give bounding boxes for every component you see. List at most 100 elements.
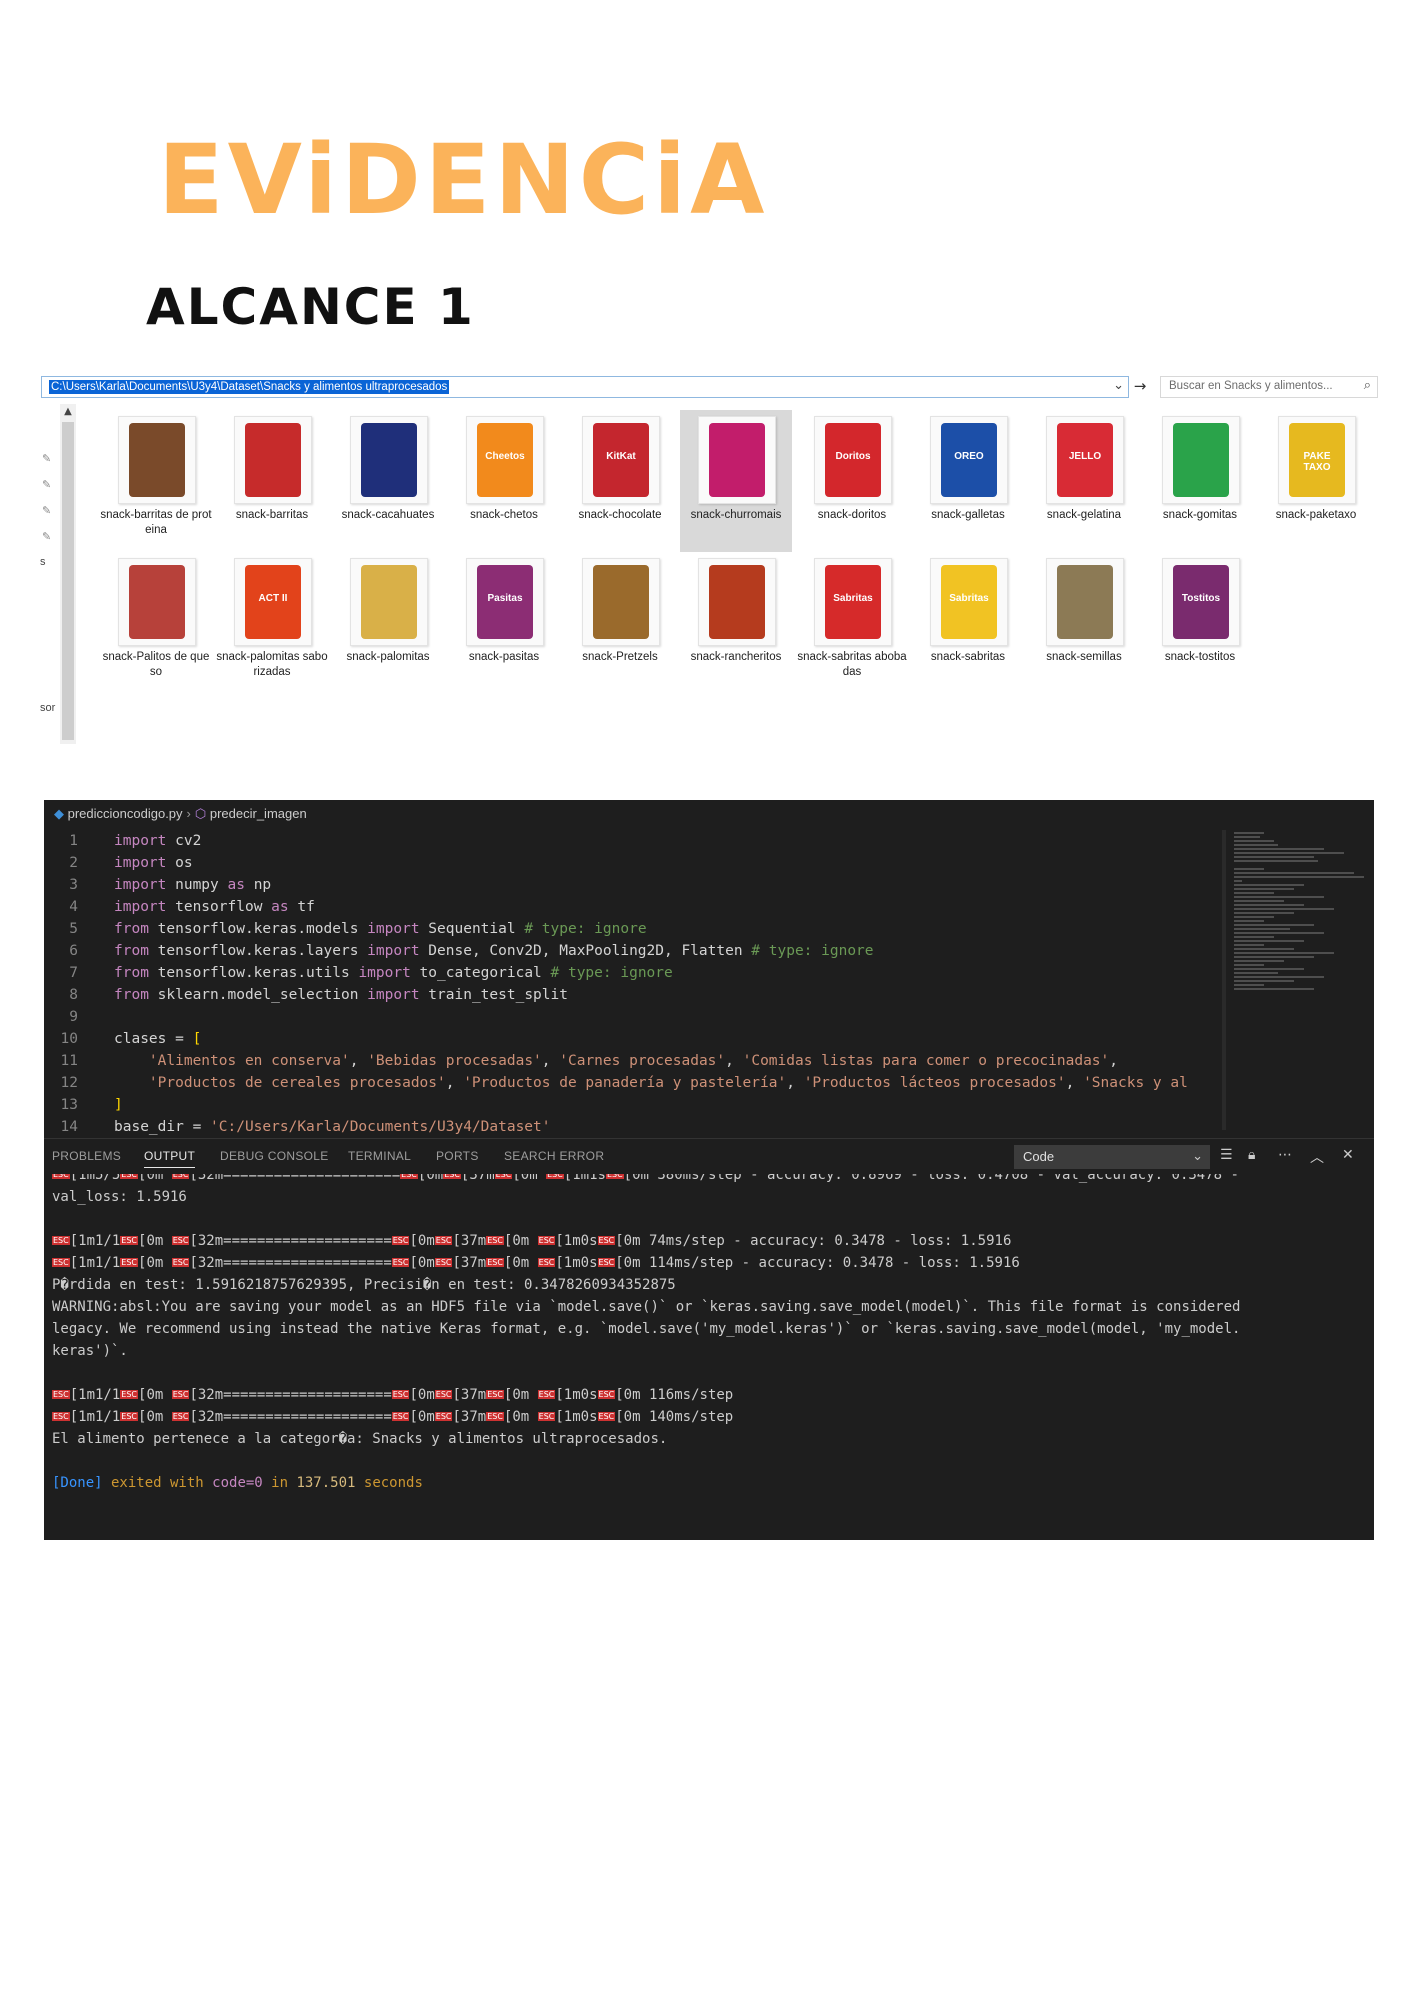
minimap[interactable] xyxy=(1234,830,1368,1020)
output-channel-select[interactable]: Code ⌄ xyxy=(1014,1145,1210,1169)
output-text: [1m0s xyxy=(555,1387,598,1403)
output-panel[interactable]: ESC[1m5/5ESC[0m ESC[32m=================… xyxy=(52,1174,1362,1534)
maximize-panel-icon[interactable]: ︿ xyxy=(1310,1147,1324,1167)
file-thumbnail xyxy=(350,416,428,504)
package-brand-text: Tostitos xyxy=(1181,593,1221,604)
file-item[interactable]: JELLO snack-gelatina xyxy=(1028,410,1140,552)
file-item[interactable]: snack-barritas de proteina xyxy=(100,410,212,552)
address-path[interactable]: C:\Users\Karla\Documents\U3y4\Dataset\Sn… xyxy=(49,380,450,394)
file-thumbnail xyxy=(118,558,196,646)
snack-package-image: ACT II xyxy=(245,565,301,639)
output-text: [1m0s xyxy=(555,1409,598,1425)
code-line: 5 from tensorflow.keras.models import Seq… xyxy=(44,918,646,940)
vertical-scrollbar[interactable]: ▲ xyxy=(60,404,76,744)
file-item[interactable]: snack-cacahuates xyxy=(332,410,444,552)
file-item[interactable]: snack-churromais xyxy=(680,410,792,552)
code-token: 'Carnes procesadas' xyxy=(559,1053,726,1069)
code-editor[interactable]: 1 import cv2 2 import os 3 import numpy as np… xyxy=(44,830,1224,1138)
line-number: 4 xyxy=(69,899,78,915)
editor-scrollbar[interactable] xyxy=(1222,830,1226,1130)
minimap-line xyxy=(1234,924,1314,926)
tab-debug-console[interactable]: DEBUG CONSOLE xyxy=(220,1149,329,1163)
esc-badge: ESC xyxy=(52,1258,70,1267)
address-bar[interactable]: C:\Users\Karla\Documents\U3y4\Dataset\Sn… xyxy=(41,376,1129,398)
tab-ports[interactable]: PORTS xyxy=(436,1149,479,1163)
code-token: import xyxy=(367,921,420,937)
more-actions-icon[interactable]: ⋯ xyxy=(1278,1147,1292,1163)
tab-output[interactable]: OUTPUT xyxy=(144,1149,196,1168)
file-item[interactable]: KitKat snack-chocolate xyxy=(564,410,676,552)
nav-item-cut[interactable]: s xyxy=(40,556,46,568)
file-thumbnail: ACT II xyxy=(234,558,312,646)
file-item[interactable]: OREO snack-galletas xyxy=(912,410,1024,552)
code-token: tensorflow.keras.layers xyxy=(148,943,368,959)
search-icon[interactable]: ⌕ xyxy=(1364,378,1371,393)
nav-item-cut[interactable]: sor xyxy=(40,702,55,714)
panel-tab-bar: PROBLEMS OUTPUT DEBUG CONSOLE TERMINAL P… xyxy=(44,1138,1374,1173)
esc-badge: ESC xyxy=(486,1236,504,1245)
esc-badge: ESC xyxy=(597,1258,616,1267)
output-line: ESC[1m1/1ESC[0m ESC[32m=================… xyxy=(52,1230,1011,1252)
pin-icon[interactable]: ✎ xyxy=(42,530,51,543)
filter-list-icon[interactable]: ☰ xyxy=(1220,1147,1233,1163)
file-item[interactable]: snack-Pretzels xyxy=(564,552,676,694)
file-name-label: snack-barritas de proteina xyxy=(100,509,212,536)
output-text: legacy. We recommend using instead the n… xyxy=(52,1321,1241,1337)
output-line: ESC[1m1/1ESC[0m ESC[32m=================… xyxy=(52,1252,1020,1274)
pin-icon[interactable]: ✎ xyxy=(42,478,51,491)
file-name-label: snack-gelatina xyxy=(1046,509,1122,521)
package-brand-text: Pasitas xyxy=(487,593,523,604)
file-item[interactable]: snack-barritas xyxy=(216,410,328,552)
page-subheading: ALCANCE 1 xyxy=(146,278,475,336)
snack-package-image xyxy=(129,423,185,497)
minimap-line xyxy=(1234,972,1278,974)
code-token: # type: ignore xyxy=(550,965,673,981)
file-item[interactable]: Sabritas snack-sabritas abobadas xyxy=(796,552,908,694)
scroll-up-icon[interactable]: ▲ xyxy=(60,404,76,420)
file-item[interactable]: PAKE TAXO snack-paketaxo xyxy=(1260,410,1372,552)
output-text: [37m xyxy=(452,1387,487,1403)
esc-badge: ESC xyxy=(605,1174,624,1179)
snack-package-image: PAKE TAXO xyxy=(1289,423,1345,497)
breadcrumb-file[interactable]: prediccioncodigo.py xyxy=(68,806,183,821)
file-item[interactable]: Doritos snack-doritos xyxy=(796,410,908,552)
tab-terminal[interactable]: TERMINAL xyxy=(348,1149,411,1163)
scrollbar-thumb[interactable] xyxy=(62,422,74,740)
file-item[interactable]: snack-semillas xyxy=(1028,552,1140,694)
esc-badge: ESC xyxy=(120,1174,139,1179)
file-item[interactable]: Pasitas snack-pasitas xyxy=(448,552,560,694)
output-text: [32m===================== xyxy=(189,1174,401,1183)
output-text: [1m1/1 xyxy=(69,1233,121,1249)
tab-problems[interactable]: PROBLEMS xyxy=(52,1149,121,1163)
esc-badge: ESC xyxy=(537,1258,556,1267)
output-text: [37m xyxy=(452,1255,487,1271)
breadcrumb-separator-icon: › xyxy=(186,806,191,821)
code-line: 11 'Alimentos en conserva', 'Bebidas pro… xyxy=(44,1050,1118,1072)
minimap-line xyxy=(1234,880,1242,882)
file-item[interactable]: Cheetos snack-chetos xyxy=(448,410,560,552)
file-item[interactable]: ACT II snack-palomitas saborizadas xyxy=(216,552,328,694)
minimap-line xyxy=(1234,940,1304,942)
file-item[interactable]: snack-rancheritos xyxy=(680,552,792,694)
file-item[interactable]: Tostitos snack-tostitos xyxy=(1144,552,1256,694)
file-item[interactable]: Sabritas snack-sabritas xyxy=(912,552,1024,694)
chevron-down-icon[interactable]: ⌄ xyxy=(1113,378,1124,393)
code-token: , xyxy=(1065,1075,1084,1091)
close-panel-icon[interactable]: ✕ xyxy=(1342,1147,1354,1163)
file-item[interactable]: snack-gomitas xyxy=(1144,410,1256,552)
file-item[interactable]: snack-Palitos de queso xyxy=(100,552,212,694)
line-number: 8 xyxy=(69,987,78,1003)
output-channel-value: Code xyxy=(1023,1149,1055,1164)
pin-icon[interactable]: ✎ xyxy=(42,452,51,465)
minimap-line xyxy=(1234,968,1304,970)
search-input[interactable]: Buscar en Snacks y alimentos... ⌕ xyxy=(1160,376,1378,398)
lock-icon[interactable]: 🔒︎ xyxy=(1248,1147,1255,1163)
breadcrumb-symbol[interactable]: predecir_imagen xyxy=(210,806,307,821)
file-item[interactable]: snack-palomitas xyxy=(332,552,444,694)
go-arrow-icon[interactable]: → xyxy=(1130,376,1150,396)
file-thumbnail: Sabritas xyxy=(930,558,1008,646)
tab-search-error[interactable]: SEARCH ERROR xyxy=(504,1149,604,1163)
file-name-label: snack-pasitas xyxy=(468,651,540,663)
esc-badge: ESC xyxy=(391,1412,410,1421)
pin-icon[interactable]: ✎ xyxy=(42,504,51,517)
